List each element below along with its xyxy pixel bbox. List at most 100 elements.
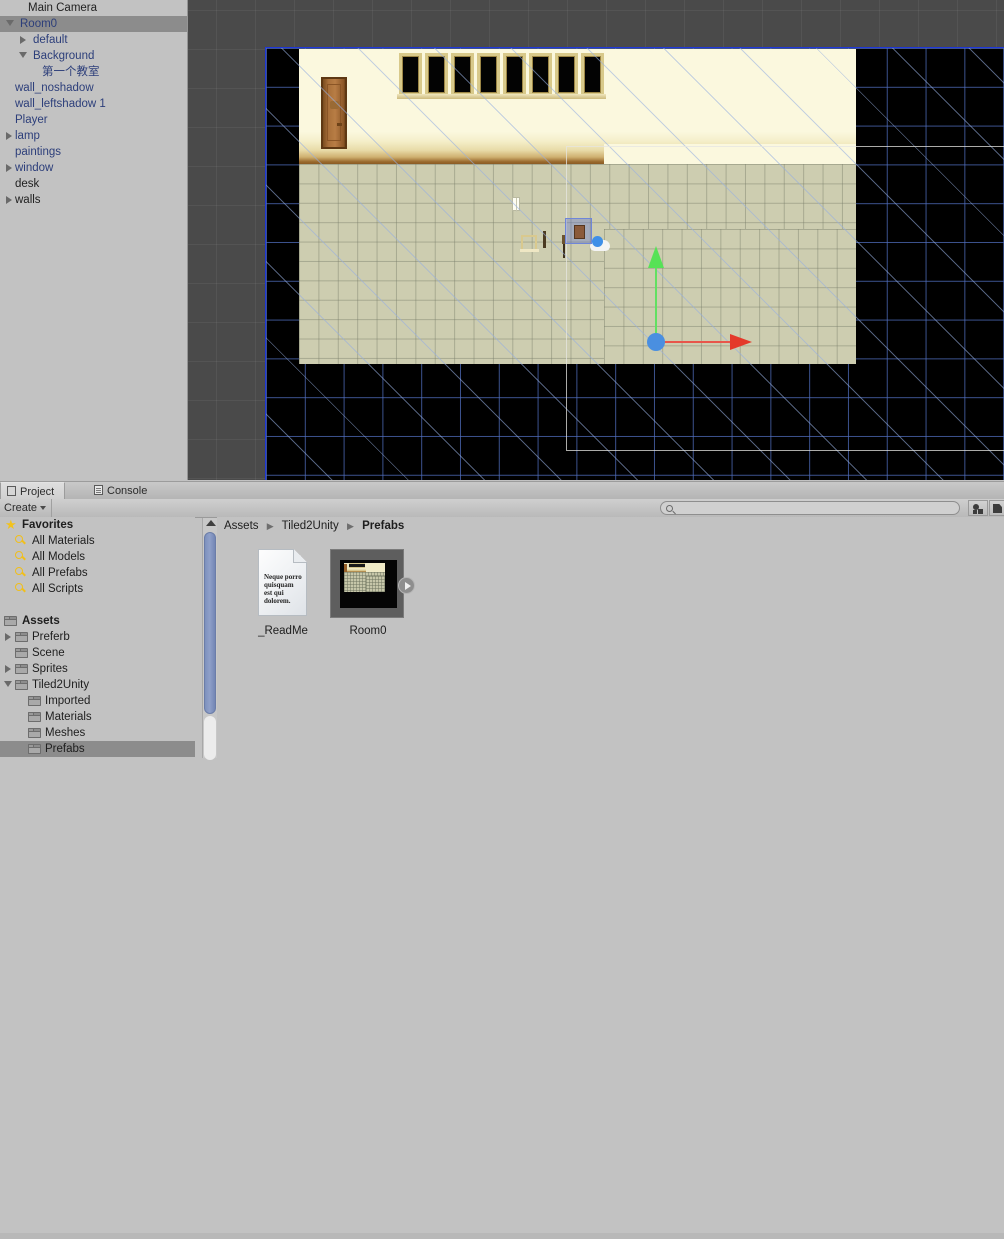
- hierarchy-item-desk[interactable]: desk: [0, 176, 187, 192]
- hierarchy-item-label: lamp: [15, 130, 40, 142]
- gizmo-x-axis-line[interactable]: [656, 341, 732, 343]
- breadcrumb-separator-icon: ▶: [266, 521, 274, 531]
- project-tree-item-all-materials[interactable]: All Materials: [0, 533, 195, 549]
- create-button[interactable]: Create: [0, 499, 53, 517]
- hierarchy-item-paintings[interactable]: paintings: [0, 144, 187, 160]
- chevron-down-icon[interactable]: [19, 52, 27, 58]
- preview-windows: [349, 563, 365, 568]
- project-tree-item-meshes[interactable]: Meshes: [0, 725, 195, 741]
- hierarchy-item-wall_leftshadow-1[interactable]: wall_leftshadow 1: [0, 96, 187, 112]
- chevron-down-icon[interactable]: [6, 20, 14, 26]
- hierarchy-item-window[interactable]: window: [0, 160, 187, 176]
- hierarchy-item-第一个教室[interactable]: 第一个教室: [0, 64, 187, 80]
- selected-object-bounds[interactable]: [565, 218, 592, 244]
- project-panel: Project Console Create ★ Favorites All M…: [0, 481, 1004, 1239]
- project-tree-item-tiled2unity[interactable]: Tiled2Unity: [0, 677, 195, 693]
- project-tree-item-label: All Prefabs: [32, 567, 88, 579]
- breadcrumb-mid[interactable]: Tiled2Unity: [282, 520, 339, 532]
- scroll-up-arrow-icon[interactable]: [206, 520, 216, 526]
- hierarchy-item-main-camera[interactable]: Main Camera: [0, 0, 187, 16]
- project-tree-item-all-models[interactable]: All Models: [0, 549, 195, 565]
- scrollbar-track[interactable]: [204, 716, 216, 760]
- hierarchy-item-player[interactable]: Player: [0, 112, 187, 128]
- project-tree-item-scene[interactable]: Scene: [0, 645, 195, 661]
- breadcrumb-current[interactable]: Prefabs: [362, 520, 404, 532]
- hierarchy-item-wall_noshadow[interactable]: wall_noshadow: [0, 80, 187, 96]
- chevron-right-icon[interactable]: [5, 665, 11, 673]
- folder-icon: [28, 712, 41, 722]
- project-tree-item-all-scripts[interactable]: All Scripts: [0, 581, 195, 597]
- window-pane: [581, 53, 604, 96]
- prefab-expand-arrow-icon[interactable]: [398, 577, 415, 594]
- folder-icon: [28, 728, 41, 738]
- console-icon: [94, 485, 103, 495]
- search-icon: [15, 551, 26, 562]
- tab-console-label: Console: [107, 485, 148, 497]
- project-tree-item-sprites[interactable]: Sprites: [0, 661, 195, 677]
- project-tree-item-favorites[interactable]: ★ Favorites: [0, 517, 195, 533]
- chevron-right-icon[interactable]: [6, 164, 12, 172]
- window-pane: [399, 53, 422, 96]
- hierarchy-item-label: window: [15, 162, 54, 174]
- window-pane: [555, 53, 578, 96]
- search-field[interactable]: [660, 501, 960, 516]
- hierarchy-item-label: Main Camera: [28, 2, 98, 14]
- search-input[interactable]: [677, 502, 956, 516]
- asset-grid[interactable]: Neque porro quisquam est qui dolorem. _R…: [217, 535, 1004, 758]
- breadcrumb-root[interactable]: Assets: [224, 520, 259, 532]
- chevron-down-icon[interactable]: [4, 681, 12, 687]
- chair-seat: [520, 249, 539, 252]
- filter-by-label-button[interactable]: [989, 500, 1004, 516]
- breadcrumb: Assets ▶ Tiled2Unity ▶ Prefabs: [217, 517, 1004, 535]
- project-tree-item-label: All Models: [32, 551, 86, 563]
- hierarchy-item-label: Room0: [20, 18, 58, 30]
- project-tree-item-assets[interactable]: Assets: [0, 613, 195, 629]
- tab-console[interactable]: Console: [88, 482, 157, 500]
- scrollbar-thumb[interactable]: [204, 532, 216, 714]
- project-tree-item-label: Prefabs: [45, 743, 85, 755]
- project-tree-item-label: Assets: [22, 615, 60, 627]
- folder-icon: [15, 632, 28, 642]
- project-tree-item-label: Tiled2Unity: [32, 679, 90, 691]
- door-panel: [327, 84, 341, 141]
- gizmo-y-axis-arrow[interactable]: [648, 246, 664, 268]
- project-tree-item-label: All Materials: [32, 535, 95, 547]
- prefab-thumbnail: [330, 549, 404, 618]
- tab-project[interactable]: Project: [0, 482, 66, 500]
- folder-icon: [15, 664, 28, 674]
- project-tree-item-materials[interactable]: Materials: [0, 709, 195, 725]
- search-icon: [15, 535, 26, 546]
- hierarchy-panel: Main Camera Room0 default Background 第一个教室 wa…: [0, 0, 188, 480]
- document-preview-text: Neque porro quisquam est qui dolorem.: [264, 573, 302, 605]
- hierarchy-item-label: paintings: [15, 146, 62, 158]
- door-sprite: [321, 77, 347, 149]
- project-content-pane: Assets ▶ Tiled2Unity ▶ Prefabs Neque por…: [217, 517, 1004, 758]
- hierarchy-item-lamp[interactable]: lamp: [0, 128, 187, 144]
- hierarchy-item-default[interactable]: default: [0, 32, 187, 48]
- project-tree-item-label: Materials: [45, 711, 92, 723]
- chevron-right-icon[interactable]: [6, 132, 12, 140]
- project-tree-item-imported[interactable]: Imported: [0, 693, 195, 709]
- project-tree-scrollbar[interactable]: [202, 518, 218, 760]
- project-tree-item-preferb[interactable]: Preferb: [0, 629, 195, 645]
- window-pane: [529, 53, 552, 96]
- hierarchy-item-label: desk: [15, 178, 40, 190]
- gizmo-center-handle[interactable]: [647, 333, 665, 351]
- chevron-right-icon[interactable]: [6, 196, 12, 204]
- window-pane: [477, 53, 500, 96]
- folder-icon: [28, 744, 41, 754]
- prefab-preview: [340, 560, 397, 608]
- project-tree-item-prefabs[interactable]: Prefabs: [0, 741, 195, 757]
- hierarchy-item-room0[interactable]: Room0: [0, 16, 187, 32]
- breadcrumb-separator-icon: ▶: [346, 521, 354, 531]
- chevron-right-icon[interactable]: [5, 633, 11, 641]
- hierarchy-item-walls[interactable]: walls: [0, 192, 187, 208]
- filter-by-type-button[interactable]: [968, 500, 988, 516]
- gizmo-x-axis-arrow[interactable]: [730, 334, 752, 350]
- camera-frustum-rect: [566, 146, 1004, 451]
- hierarchy-item-background[interactable]: Background: [0, 48, 187, 64]
- project-tree-item-all-prefabs[interactable]: All Prefabs: [0, 565, 195, 581]
- poster-sprite: [512, 197, 520, 212]
- chevron-right-icon[interactable]: [20, 36, 26, 44]
- scene-view[interactable]: [188, 0, 1004, 480]
